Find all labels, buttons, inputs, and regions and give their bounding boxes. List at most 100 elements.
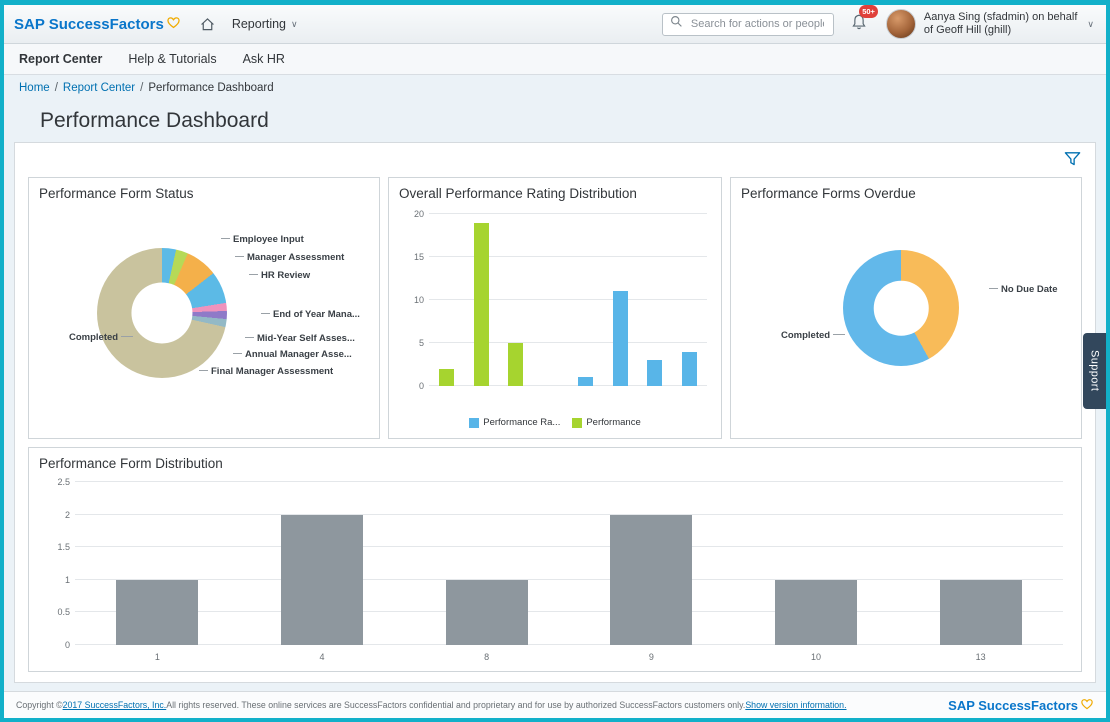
rating-bar-chart: 05101520 — [429, 214, 707, 386]
x-axis-tick: 4 — [319, 652, 324, 662]
donut-label-manager-assessment: Manager Assessment — [235, 252, 344, 263]
support-tab[interactable]: Support — [1083, 333, 1106, 409]
donut-label-annual-manager: Annual Manager Asse... — [233, 349, 352, 360]
module-label: Reporting — [232, 17, 286, 31]
subnav-item-ask-hr[interactable]: Ask HR — [243, 52, 285, 66]
bar-slot: 10 — [734, 482, 899, 645]
bar — [439, 369, 454, 386]
panel-performance-form-status: Performance Form Status Employee Input M… — [28, 177, 380, 439]
bar-slot: 8 — [404, 482, 569, 645]
breadcrumb-report-center-link[interactable]: Report Center — [63, 82, 135, 94]
footer-logo-text: SAP SuccessFactors — [948, 698, 1078, 713]
donut-label-no-due-date: No Due Date — [989, 284, 1057, 295]
rating-chart-legend: Performance Ra... Performance — [389, 417, 721, 428]
bell-icon — [850, 18, 868, 35]
footer-successfactors-logo: SAP SuccessFactors — [948, 697, 1094, 714]
bar — [775, 580, 857, 645]
heart-icon — [166, 15, 181, 34]
bar — [446, 580, 528, 645]
main-content: Performance Form Status Employee Input M… — [4, 142, 1106, 691]
legend-label: Performance — [586, 417, 640, 428]
bar — [610, 515, 692, 645]
chevron-down-icon: ∨ — [1087, 20, 1094, 29]
bar — [613, 291, 628, 386]
bar-slot — [603, 214, 638, 386]
bar — [682, 352, 697, 386]
breadcrumb-current: Performance Dashboard — [148, 82, 273, 94]
page-title: Performance Dashboard — [40, 109, 269, 133]
y-axis-tick: 0 — [399, 381, 424, 391]
user-name-text: Aanya Sing (sfadmin) on behalf of Geoff … — [924, 11, 1077, 37]
chevron-down-icon: ∨ — [291, 20, 298, 29]
search-icon — [670, 15, 683, 33]
legend-item[interactable]: Performance — [572, 417, 640, 428]
donut-label-completed: Completed — [69, 332, 133, 343]
overdue-donut-chart — [843, 250, 959, 366]
legend-label: Performance Ra... — [483, 417, 560, 428]
y-axis-tick: 10 — [399, 295, 424, 305]
logo-text: SAP SuccessFactors — [14, 16, 164, 33]
filter-icon[interactable] — [1063, 150, 1083, 170]
bar — [647, 360, 662, 386]
y-axis-tick: 0.5 — [45, 607, 70, 617]
bar-slot — [499, 214, 534, 386]
panel-performance-forms-overdue: Performance Forms Overdue Completed No D… — [730, 177, 1082, 439]
app-frame: SAP SuccessFactors Reporting ∨ 50+ — [0, 0, 1110, 722]
search-input[interactable] — [689, 17, 826, 31]
y-axis-tick: 5 — [399, 338, 424, 348]
x-axis-tick: 10 — [811, 652, 821, 662]
home-icon[interactable] — [199, 16, 216, 33]
subnav-item-help-tutorials[interactable]: Help & Tutorials — [128, 52, 216, 66]
donut-label-hr-review: HR Review — [249, 270, 310, 281]
y-axis-tick: 0 — [45, 640, 70, 650]
bar-slot — [533, 214, 568, 386]
rating-chart-bars — [429, 214, 707, 386]
bar-slot: 13 — [898, 482, 1063, 645]
donut-label-employee-input: Employee Input — [221, 234, 304, 245]
heart-icon — [1080, 697, 1094, 714]
distribution-chart-bars: 14891013 — [75, 482, 1063, 645]
module-selector-reporting[interactable]: Reporting ∨ — [232, 17, 298, 31]
panel-title: Performance Form Distribution — [39, 456, 1081, 471]
successfactors-logo[interactable]: SAP SuccessFactors — [14, 15, 181, 34]
copyright-text: Copyright © — [16, 700, 63, 710]
legend-swatch — [572, 418, 582, 428]
panel-overall-performance-rating: Overall Performance Rating Distribution … — [388, 177, 722, 439]
breadcrumb-separator: / — [140, 82, 143, 94]
bar-slot — [429, 214, 464, 386]
y-axis-tick: 1.5 — [45, 542, 70, 552]
y-axis-tick: 1 — [45, 575, 70, 585]
copyright-body: All rights reserved. These online servic… — [166, 700, 745, 710]
legend-item[interactable]: Performance Ra... — [469, 417, 560, 428]
subnav-item-report-center[interactable]: Report Center — [19, 52, 102, 66]
y-axis-tick: 2.5 — [45, 477, 70, 487]
user-menu[interactable]: Aanya Sing (sfadmin) on behalf of Geoff … — [924, 11, 1096, 37]
bar-slot: 9 — [569, 482, 734, 645]
show-version-link[interactable]: Show version information. — [745, 700, 846, 710]
company-link[interactable]: 2017 SuccessFactors, Inc. — [63, 700, 167, 710]
form-status-donut-chart — [97, 248, 227, 378]
panel-performance-form-distribution: Performance Form Distribution 0 0.5 1 1.5 2 2… — [28, 447, 1082, 672]
bar-slot: 1 — [75, 482, 240, 645]
x-axis-tick: 9 — [649, 652, 654, 662]
charts-row: Performance Form Status Employee Input M… — [28, 177, 1082, 439]
dashboard-card: Performance Form Status Employee Input M… — [14, 142, 1096, 683]
donut-label-final-manager: Final Manager Assessment — [199, 366, 333, 377]
bar — [116, 580, 198, 645]
x-axis-tick: 8 — [484, 652, 489, 662]
top-bar: SAP SuccessFactors Reporting ∨ 50+ — [4, 5, 1106, 44]
bar-slot — [568, 214, 603, 386]
bar — [578, 377, 593, 386]
notifications-button[interactable]: 50+ — [850, 13, 868, 36]
panel-title: Overall Performance Rating Distribution — [399, 186, 721, 201]
legend-swatch — [469, 418, 479, 428]
search-box[interactable] — [662, 13, 834, 36]
donut-label-mid-year: Mid-Year Self Asses... — [245, 333, 355, 344]
bar — [940, 580, 1022, 645]
footer: Copyright © 2017 SuccessFactors, Inc. Al… — [4, 691, 1106, 718]
avatar[interactable] — [886, 9, 916, 39]
breadcrumb-home-link[interactable]: Home — [19, 82, 50, 94]
distribution-bar-chart: 00.511.522.5 14891013 — [75, 482, 1063, 645]
panel-title: Performance Form Status — [39, 186, 379, 201]
y-axis-tick: 2 — [45, 510, 70, 520]
